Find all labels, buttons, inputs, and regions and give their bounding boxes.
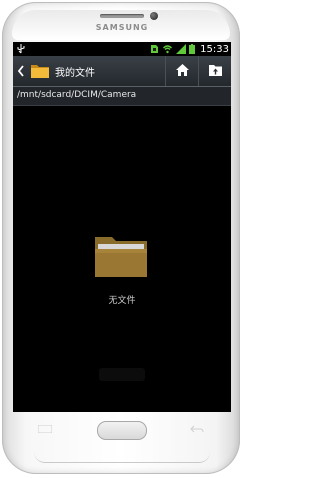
home-button[interactable] [165, 56, 199, 86]
wifi-icon [163, 45, 173, 54]
folder-icon [95, 237, 147, 277]
device-screen: 15:33 我的文件 /mnt/sdcard/DCIM/Camera 无文件 [13, 42, 231, 412]
menu-key-icon[interactable] [38, 425, 52, 433]
sim-card-icon [151, 45, 159, 53]
current-path: /mnt/sdcard/DCIM/Camera [17, 90, 137, 100]
home-hardware-button[interactable] [97, 421, 147, 440]
action-bar: 我的文件 [13, 56, 231, 87]
chevron-left-icon[interactable] [17, 64, 25, 78]
breadcrumb: /mnt/sdcard/DCIM/Camera [13, 87, 231, 106]
page-title: 我的文件 [55, 68, 95, 79]
status-icons: 15:33 [150, 43, 229, 55]
folder-up-icon [209, 65, 222, 76]
status-clock: 15:33 [200, 43, 229, 55]
earpiece-speaker [100, 14, 144, 18]
battery-icon [189, 44, 196, 54]
brand-logo: SAMSUNG [95, 23, 149, 32]
front-camera [150, 12, 158, 20]
back-key-icon[interactable] [190, 424, 204, 434]
faint-overlay [99, 368, 145, 381]
empty-state-label: 无文件 [108, 296, 136, 306]
up-folder-button[interactable] [198, 56, 231, 86]
folder-icon [31, 65, 49, 78]
bottom-bezel [34, 452, 210, 463]
home-icon [176, 64, 189, 76]
signal-icon [176, 44, 187, 54]
usb-icon [17, 44, 25, 54]
status-bar: 15:33 [13, 42, 231, 56]
